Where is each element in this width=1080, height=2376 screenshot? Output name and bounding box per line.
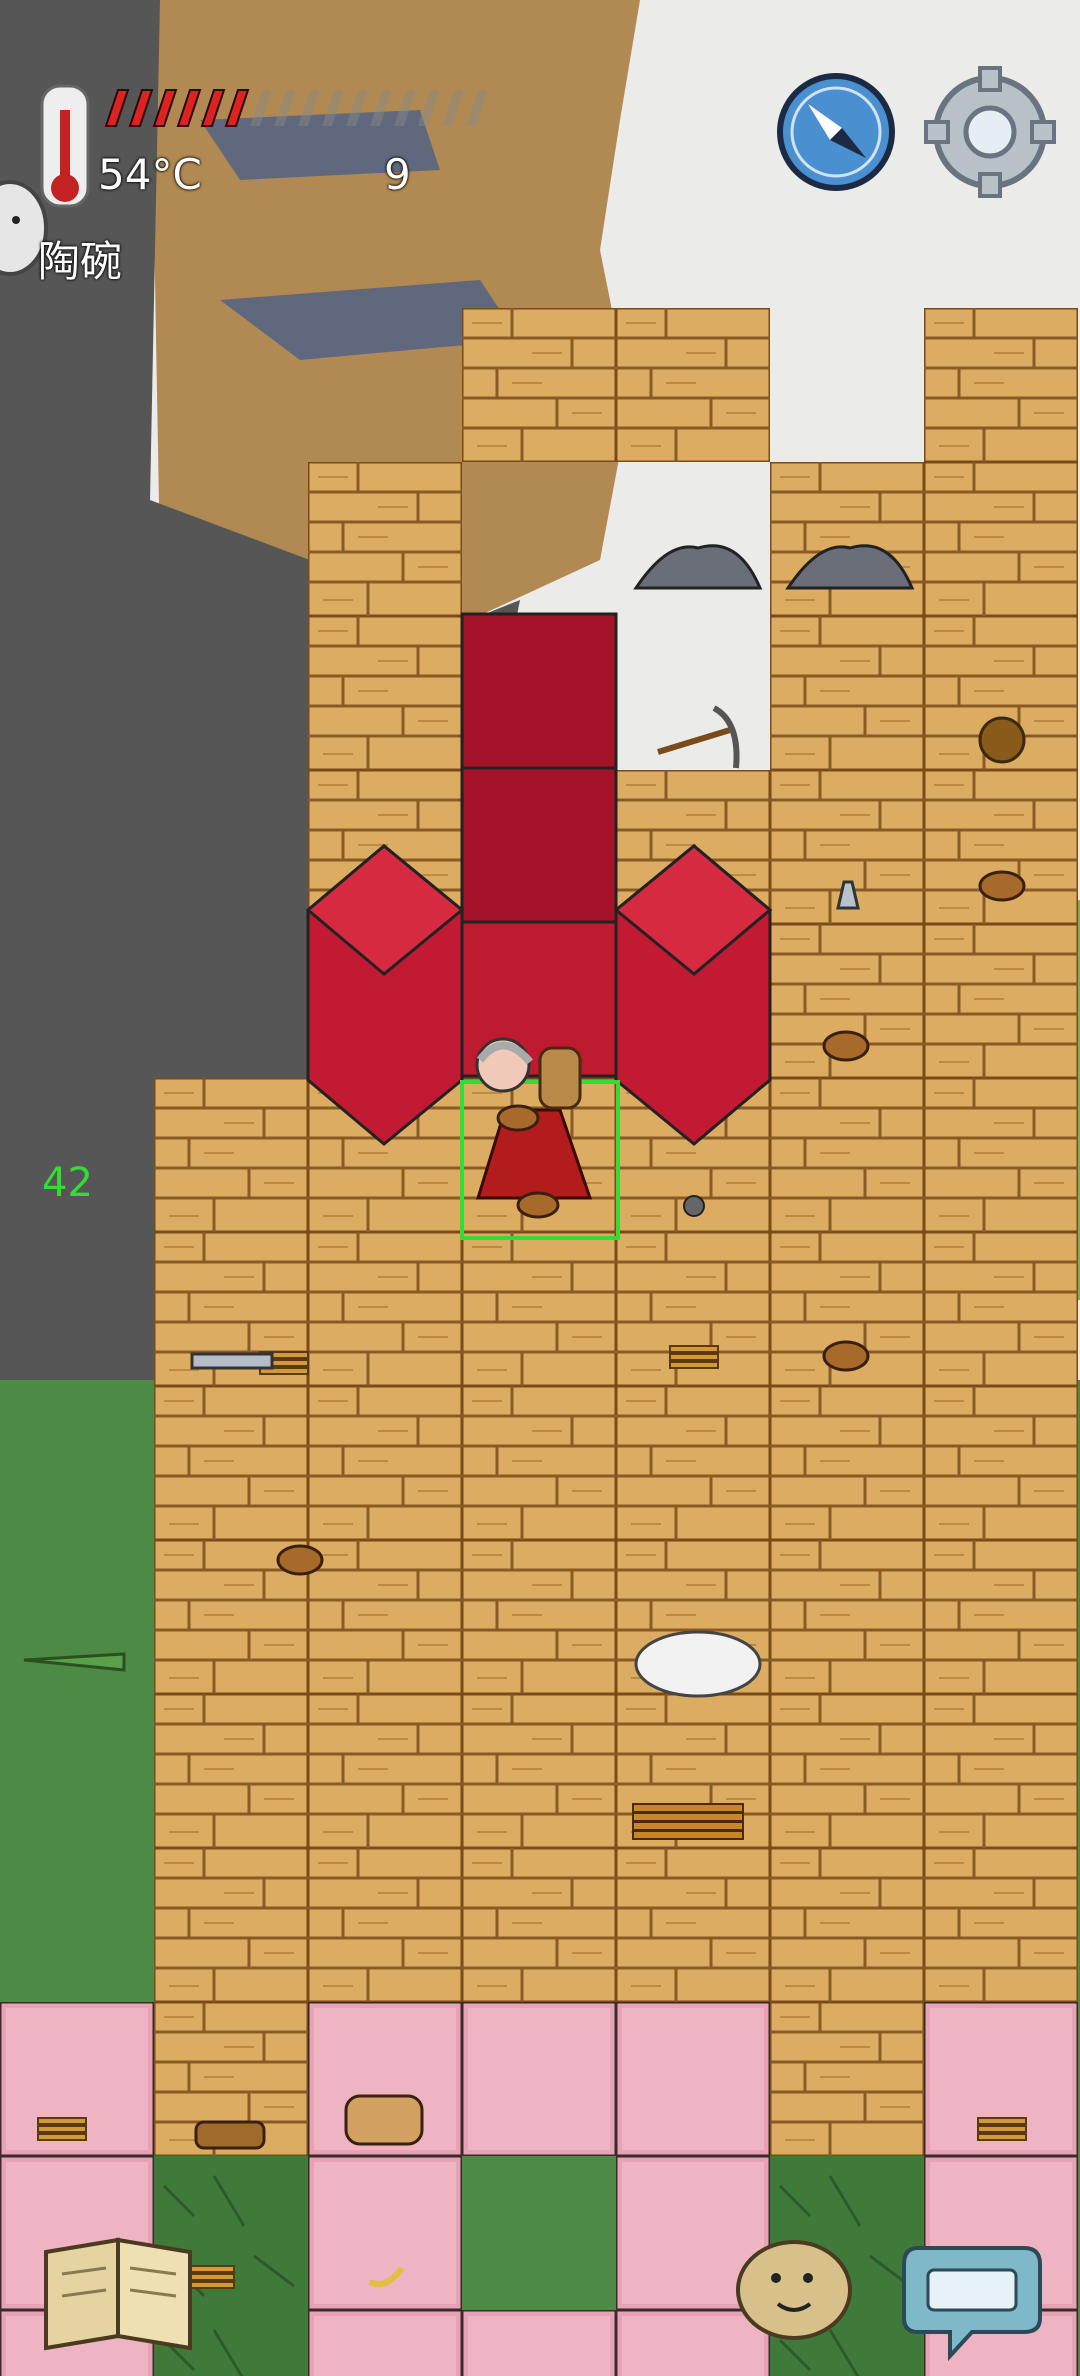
kindling[interactable] (185, 2265, 235, 2289)
wood-floor-tile[interactable] (924, 924, 1078, 1078)
red-wall-block[interactable] (460, 612, 618, 770)
wood-floor-tile[interactable] (462, 1694, 616, 1848)
round-stone[interactable] (683, 1195, 705, 1217)
clay-bowl[interactable] (978, 870, 1026, 902)
wood-floor-tile[interactable] (308, 1232, 462, 1386)
wood-floor-tile[interactable] (924, 462, 1078, 616)
game-world[interactable] (0, 0, 1080, 2376)
wood-floor-tile[interactable] (770, 1848, 924, 2002)
steel-ingots[interactable] (190, 1352, 274, 1370)
backpack (538, 1046, 582, 1110)
wood-floor-tile[interactable] (308, 1540, 462, 1694)
wool-fleece[interactable] (634, 1630, 762, 1698)
wood-floor-tile[interactable] (770, 1694, 924, 1848)
wood-floor-tile[interactable] (770, 1540, 924, 1694)
journal-book-icon[interactable] (44, 2237, 192, 2351)
clay-bowl-at-feet (516, 1191, 560, 1219)
red-wall-block[interactable] (460, 766, 618, 924)
burdock-burr[interactable] (978, 716, 1026, 764)
wood-floor-tile[interactable] (308, 1694, 462, 1848)
firewood-pile[interactable] (632, 1803, 744, 1840)
held-item-label: 陶碗 (38, 237, 123, 286)
kindling[interactable] (669, 1345, 719, 1369)
pink-floor-tile[interactable] (462, 2002, 616, 2156)
wood-floor-tile[interactable] (616, 308, 770, 462)
wood-floor-tile[interactable] (924, 1078, 1078, 1232)
clay-bowl[interactable] (276, 1544, 324, 1576)
wood-floor-tile[interactable] (770, 1078, 924, 1232)
compass-icon[interactable] (777, 73, 895, 191)
pink-floor-tile[interactable] (616, 2310, 770, 2376)
wood-floor-tile[interactable] (924, 1694, 1078, 1848)
pink-floor-tile[interactable] (462, 2310, 616, 2376)
wood-floor-tile[interactable] (770, 616, 924, 770)
kindling[interactable] (977, 2117, 1027, 2141)
wood-floor-tile[interactable] (462, 1540, 616, 1694)
wood-floor-tile[interactable] (154, 1386, 308, 1540)
held-bowl (496, 1104, 540, 1132)
wood-floor-tile[interactable] (154, 1078, 308, 1232)
thermometer-icon (40, 84, 90, 208)
kindling[interactable] (37, 2117, 87, 2141)
wood-floor-tile[interactable] (154, 1694, 308, 1848)
wood-floor-tile[interactable] (770, 462, 924, 616)
pink-floor-tile[interactable] (616, 2002, 770, 2156)
wood-floor-tile[interactable] (462, 1232, 616, 1386)
wood-floor-tile[interactable] (924, 1232, 1078, 1386)
age-counter: 42 (42, 1160, 93, 1206)
wood-floor-tile[interactable] (308, 616, 462, 770)
wood-floor-tile[interactable] (924, 1848, 1078, 2002)
wood-floor-tile[interactable] (616, 1386, 770, 1540)
wood-floor-tile[interactable] (462, 1386, 616, 1540)
log[interactable] (194, 2120, 266, 2150)
wood-floor-tile[interactable] (308, 1848, 462, 2002)
wood-floor-tile[interactable] (462, 308, 616, 462)
pink-floor-tile[interactable] (308, 2156, 462, 2310)
emote-face-icon[interactable] (736, 2240, 852, 2340)
wood-floor-tile[interactable] (308, 1386, 462, 1540)
wood-floor-tile[interactable] (308, 462, 462, 616)
wood-floor-tile[interactable] (770, 2002, 924, 2156)
wood-floor-tile[interactable] (616, 1848, 770, 2002)
wood-floor-tile[interactable] (770, 1386, 924, 1540)
clay-bowl[interactable] (822, 1030, 870, 1062)
wood-floor-tile[interactable] (924, 1540, 1078, 1694)
pink-floor-tile[interactable] (308, 2310, 462, 2376)
wood-floor-tile[interactable] (462, 1848, 616, 2002)
clay-bowl[interactable] (822, 1340, 870, 1372)
wood-floor-tile[interactable] (154, 1848, 308, 2002)
bamboo-steamer[interactable] (344, 2094, 424, 2146)
temperature-readout: 54°C (98, 150, 202, 199)
wood-floor-tile[interactable] (924, 1386, 1078, 1540)
food-count: 9 (384, 150, 411, 199)
wood-floor-tile[interactable] (924, 308, 1078, 462)
